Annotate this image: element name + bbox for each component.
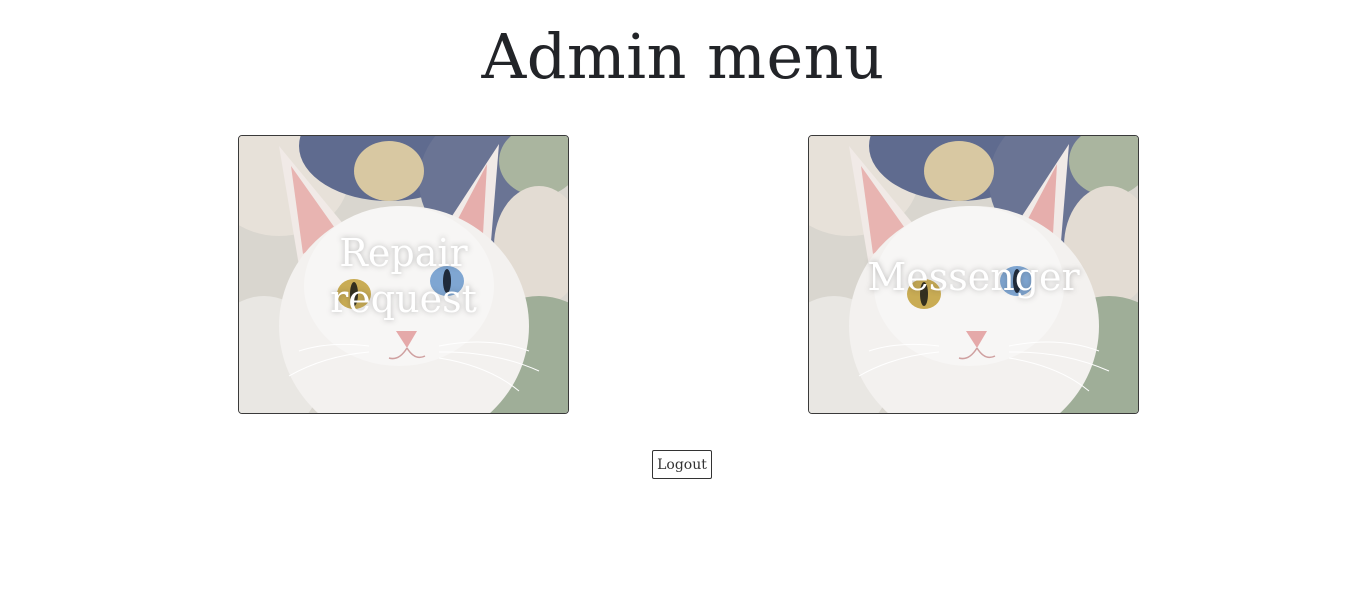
logout-button[interactable]: Logout bbox=[652, 450, 712, 479]
repair-request-label: Repair request bbox=[330, 231, 477, 321]
page-title: Admin menu bbox=[481, 20, 885, 93]
messenger-card[interactable]: Messenger bbox=[808, 135, 1139, 414]
repair-request-card[interactable]: Repair request bbox=[238, 135, 569, 414]
messenger-label: Messenger bbox=[867, 255, 1080, 299]
